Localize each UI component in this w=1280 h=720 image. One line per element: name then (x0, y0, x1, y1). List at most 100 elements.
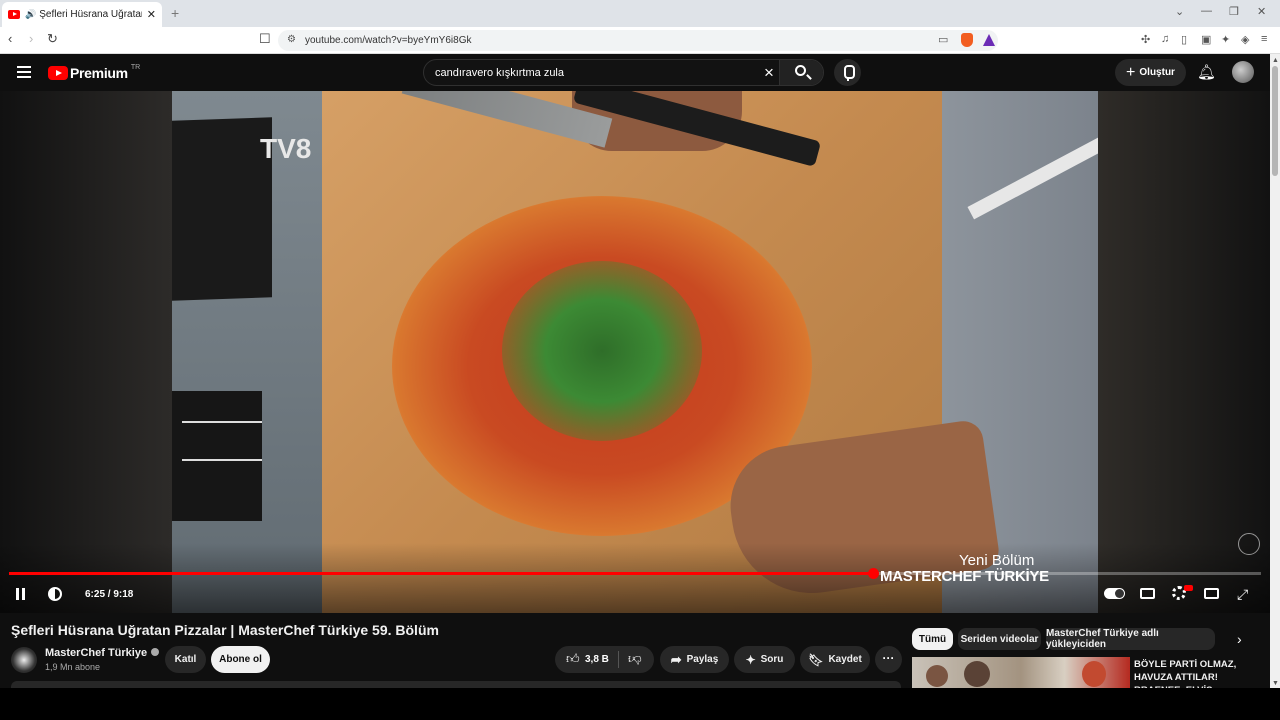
search-box[interactable]: candıravero kışkırtma zula × (423, 59, 824, 86)
hd-badge (1184, 585, 1193, 591)
search-input[interactable]: candıravero kışkırtma zula (435, 67, 564, 79)
progress-scrubber[interactable] (867, 568, 879, 579)
vpn-icon[interactable]: ◈ (1241, 33, 1249, 46)
chip-uploader-label: MasterChef Türkiye adlı yükleyiciden (1046, 628, 1159, 650)
video-frame: TV8 (172, 91, 1098, 613)
save-label: Kaydet (828, 654, 862, 665)
controls-gradient (0, 543, 1270, 613)
youtube-play-icon (48, 66, 68, 80)
youtube-favicon-icon (8, 10, 20, 19)
taskbar-area (0, 688, 1280, 720)
search-icon (795, 65, 806, 76)
fullscreen-icon[interactable]: ⤢ (1237, 586, 1248, 603)
sparkle-icon: ✦ (745, 652, 756, 667)
chip-uploader[interactable]: MasterChef Türkiye adlı yükleyiciden (1046, 628, 1215, 650)
window-close-icon[interactable]: ✕ (1257, 5, 1266, 18)
progress-bar[interactable] (9, 568, 1261, 579)
like-icon[interactable]: 👍︎ (566, 651, 580, 667)
subscribe-label: Abone ol (219, 654, 262, 665)
overlay-show-name: MASTERCHEF TÜRKİYE (880, 568, 1049, 585)
masterchef-watermark-icon (1238, 533, 1260, 555)
subscriber-count: 1,9 Mn abone (45, 662, 101, 672)
subtitles-icon[interactable] (1140, 588, 1155, 599)
chip-series-label: Seriden videolar (960, 633, 1039, 645)
ask-button[interactable]: ✦ Soru (734, 646, 795, 673)
scroll-down-icon[interactable]: ▼ (1272, 680, 1279, 687)
tab-search-icon[interactable]: ⌄ (1175, 5, 1184, 18)
notifications-bell-icon[interactable]: 🔔︎ (1197, 63, 1216, 81)
player-side-left (0, 91, 172, 613)
minimize-icon[interactable]: — (1201, 5, 1212, 17)
overlay-new-episode: Yeni Bölüm (959, 552, 1035, 569)
save-button[interactable]: 🔖︎ Kaydet (800, 646, 870, 673)
thumbnail-person (964, 661, 990, 687)
back-icon[interactable]: ‹ (8, 31, 12, 46)
more-actions-icon[interactable]: ··· (875, 646, 902, 673)
channel-avatar[interactable] (11, 647, 37, 673)
dislike-icon[interactable]: 👍︎ (628, 651, 642, 667)
media-icon[interactable]: ♫ (1161, 33, 1169, 45)
leo-icon[interactable]: ✦ (1221, 33, 1230, 46)
tab-close-icon[interactable]: ✕ (147, 8, 156, 21)
youtube-logo[interactable]: Premium TR (48, 63, 141, 81)
url-field[interactable]: ⚙ youtube.com/watch?v=byeYmY6i8Gk (278, 30, 998, 51)
forward-icon[interactable]: › (29, 31, 33, 46)
tv8-logo: TV8 (260, 133, 312, 164)
black-card (172, 117, 272, 301)
video-player[interactable]: TV8 Yeni Bölüm MASTERCHEF TÜRKİYE 6:25 /… (0, 91, 1270, 613)
sidebar-icon[interactable]: ▯ (1181, 33, 1187, 46)
recommended-title[interactable]: BÖYLE PARTİ OLMAZ, HAVUZA ATTILAR! RRAEN… (1134, 658, 1264, 691)
new-tab-icon[interactable]: + (171, 5, 179, 21)
url-text: youtube.com/watch?v=byeYmY6i8Gk (305, 35, 472, 46)
menu-icon[interactable]: ≡ (1261, 33, 1267, 45)
channel-name-text: MasterChef Türkiye (45, 647, 148, 659)
time-label: 6:25 / 9:18 (85, 588, 134, 600)
theater-mode-icon[interactable] (1204, 588, 1219, 599)
maximize-icon[interactable]: ❐ (1229, 5, 1239, 18)
logo-text: Premium (70, 65, 128, 81)
extensions-icon[interactable]: ✣ (1141, 33, 1150, 46)
scroll-up-icon[interactable]: ▲ (1272, 57, 1279, 64)
ask-label: Soru (760, 654, 784, 665)
reload-icon[interactable]: ↻ (47, 31, 58, 47)
voice-search-button[interactable] (834, 59, 861, 86)
share-label: Paylaş (686, 654, 719, 665)
bookmark-icon[interactable]: ☐ (259, 31, 271, 47)
video-title: Şefleri Hüsrana Uğratan Pizzalar | Maste… (11, 622, 439, 638)
share-button[interactable]: ➦ Paylaş (660, 646, 729, 673)
brave-rewards-icon[interactable] (983, 34, 995, 46)
site-info-icon[interactable]: ⚙ (287, 34, 296, 45)
channel-name[interactable]: MasterChef Türkiye (45, 647, 160, 659)
chip-all[interactable]: Tümü (912, 628, 953, 650)
fork (182, 421, 262, 461)
subscribe-button[interactable]: Abone ol (211, 646, 270, 673)
join-button[interactable]: Katıl (165, 646, 206, 673)
tab-title: Şefleri Hüsrana Uğratan Pizzalar (39, 9, 142, 20)
avatar[interactable] (1232, 61, 1254, 83)
browser-tab[interactable]: 🔊 Şefleri Hüsrana Uğratan Pizzalar ✕ (2, 2, 162, 27)
like-count[interactable]: 3,8 B (585, 654, 609, 665)
bookmark-save-icon: 🔖︎ (808, 652, 824, 667)
pause-icon[interactable] (15, 588, 27, 600)
search-button[interactable] (779, 60, 823, 85)
clear-search-icon[interactable]: × (764, 63, 774, 83)
like-divider (618, 651, 619, 668)
like-dislike-group: 👍︎ 3,8 B 👍︎ (555, 646, 654, 673)
page-scrollbar[interactable]: ▲ ▼ (1270, 54, 1280, 688)
wallet-icon[interactable]: ▣ (1201, 33, 1211, 46)
scrollbar-thumb[interactable] (1272, 66, 1278, 176)
recommended-thumbnail[interactable] (912, 657, 1130, 691)
hamburger-menu-icon[interactable] (17, 66, 31, 78)
chevron-right-icon[interactable]: › (1237, 631, 1242, 647)
region-code: TR (130, 63, 141, 71)
volume-icon[interactable] (48, 587, 62, 601)
steel-counter (172, 91, 322, 613)
autoplay-toggle[interactable] (1104, 588, 1125, 599)
chip-series[interactable]: Seriden videolar (958, 628, 1041, 650)
speaker-icon[interactable]: 🔊 (25, 9, 36, 20)
plus-icon: + (1126, 63, 1136, 81)
create-button[interactable]: + Oluştur (1115, 59, 1186, 86)
cast-icon[interactable]: ▭ (938, 33, 948, 46)
share-icon: ➦ (670, 651, 682, 667)
brave-shields-icon[interactable] (961, 33, 973, 47)
